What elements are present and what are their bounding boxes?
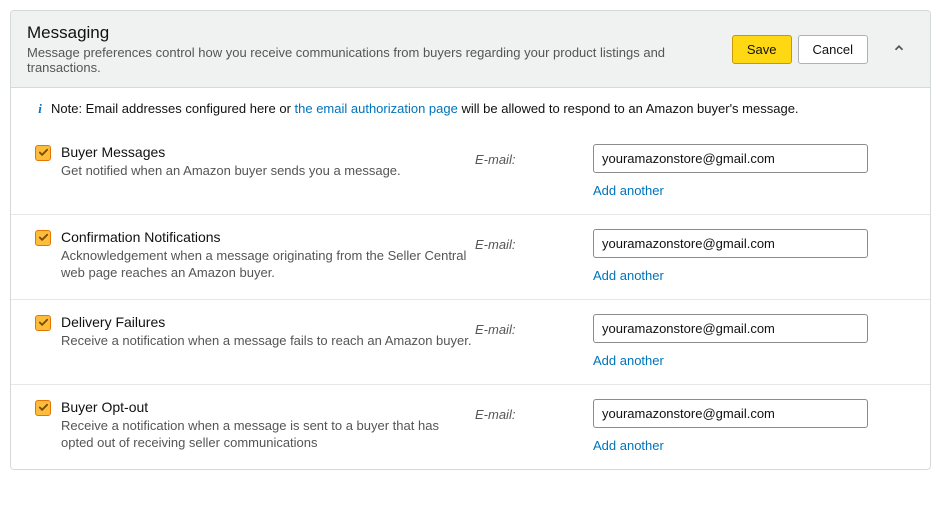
add-another-link[interactable]: Add another bbox=[593, 353, 664, 368]
note-prefix: Note: Email addresses configured here or bbox=[51, 101, 295, 116]
setting-right: Add another bbox=[593, 314, 893, 368]
setting-desc: Receive a notification when a message fa… bbox=[61, 332, 475, 349]
setting-text: Delivery Failures Receive a notification… bbox=[61, 314, 475, 368]
setting-right: Add another bbox=[593, 229, 893, 283]
info-icon: i bbox=[35, 100, 45, 118]
email-input-buyer-opt-out[interactable] bbox=[593, 399, 868, 428]
panel-body: i Note: Email addresses configured here … bbox=[11, 88, 930, 469]
setting-title: Buyer Opt-out bbox=[61, 399, 475, 415]
note-suffix: will be allowed to respond to an Amazon … bbox=[458, 101, 799, 116]
setting-text: Buyer Messages Get notified when an Amaz… bbox=[61, 144, 475, 198]
email-authorization-link[interactable]: the email authorization page bbox=[295, 101, 458, 116]
email-label: E-mail: bbox=[475, 229, 593, 283]
panel-subtitle: Message preferences control how you rece… bbox=[27, 45, 716, 75]
email-input-buyer-messages[interactable] bbox=[593, 144, 868, 173]
checkmark-icon bbox=[38, 401, 49, 416]
setting-text: Buyer Opt-out Receive a notification whe… bbox=[61, 399, 475, 453]
setting-right: Add another bbox=[593, 144, 893, 198]
setting-row-buyer-messages: Buyer Messages Get notified when an Amaz… bbox=[11, 130, 930, 215]
save-button[interactable]: Save bbox=[732, 35, 792, 64]
collapse-toggle[interactable] bbox=[884, 34, 914, 64]
email-label: E-mail: bbox=[475, 144, 593, 198]
setting-text: Confirmation Notifications Acknowledgeme… bbox=[61, 229, 475, 283]
setting-row-delivery-failures: Delivery Failures Receive a notification… bbox=[11, 300, 930, 385]
checkbox-buyer-opt-out[interactable] bbox=[35, 400, 51, 416]
checkmark-icon bbox=[38, 316, 49, 331]
note-text: Note: Email addresses configured here or… bbox=[51, 100, 799, 118]
email-label: E-mail: bbox=[475, 399, 593, 453]
checkbox-delivery-failures[interactable] bbox=[35, 315, 51, 331]
setting-row-confirmation-notifications: Confirmation Notifications Acknowledgeme… bbox=[11, 215, 930, 300]
cancel-button[interactable]: Cancel bbox=[798, 35, 868, 64]
email-input-confirmation-notifications[interactable] bbox=[593, 229, 868, 258]
checkmark-icon bbox=[38, 231, 49, 246]
panel-header: Messaging Message preferences control ho… bbox=[11, 11, 930, 88]
setting-right: Add another bbox=[593, 399, 893, 453]
setting-desc: Get notified when an Amazon buyer sends … bbox=[61, 162, 475, 179]
setting-title: Delivery Failures bbox=[61, 314, 475, 330]
panel-title-wrap: Messaging Message preferences control ho… bbox=[27, 23, 716, 75]
note-row: i Note: Email addresses configured here … bbox=[11, 88, 930, 130]
setting-left: Delivery Failures Receive a notification… bbox=[35, 314, 475, 368]
checkbox-confirmation-notifications[interactable] bbox=[35, 230, 51, 246]
add-another-link[interactable]: Add another bbox=[593, 183, 664, 198]
email-label: E-mail: bbox=[475, 314, 593, 368]
email-input-delivery-failures[interactable] bbox=[593, 314, 868, 343]
checkmark-icon bbox=[38, 146, 49, 161]
setting-desc: Acknowledgement when a message originati… bbox=[61, 247, 475, 281]
setting-left: Buyer Opt-out Receive a notification whe… bbox=[35, 399, 475, 453]
setting-title: Buyer Messages bbox=[61, 144, 475, 160]
chevron-up-icon bbox=[892, 41, 906, 58]
setting-row-buyer-opt-out: Buyer Opt-out Receive a notification whe… bbox=[11, 385, 930, 469]
checkbox-buyer-messages[interactable] bbox=[35, 145, 51, 161]
setting-left: Buyer Messages Get notified when an Amaz… bbox=[35, 144, 475, 198]
setting-title: Confirmation Notifications bbox=[61, 229, 475, 245]
setting-desc: Receive a notification when a message is… bbox=[61, 417, 475, 451]
messaging-panel: Messaging Message preferences control ho… bbox=[10, 10, 931, 470]
setting-left: Confirmation Notifications Acknowledgeme… bbox=[35, 229, 475, 283]
panel-actions: Save Cancel bbox=[732, 34, 914, 64]
panel-title: Messaging bbox=[27, 23, 716, 43]
add-another-link[interactable]: Add another bbox=[593, 268, 664, 283]
add-another-link[interactable]: Add another bbox=[593, 438, 664, 453]
